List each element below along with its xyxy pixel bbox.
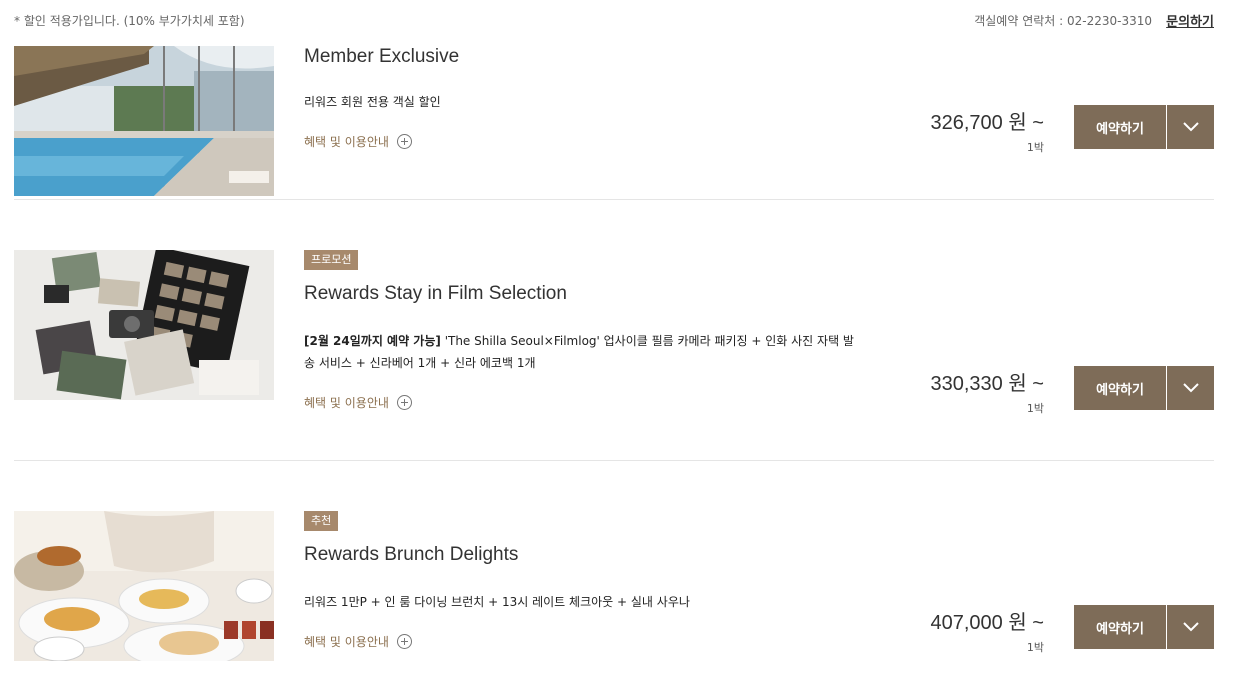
reservation-contact: 객실예약 연락처 : 02-2230-3310 [974, 14, 1152, 28]
booking-controls: 예약하기 [1074, 105, 1214, 149]
package-image[interactable] [14, 46, 274, 196]
price-nights: 1박 [1026, 402, 1044, 415]
book-button[interactable]: 예약하기 [1074, 366, 1166, 410]
package-title: Rewards Stay in Film Selection [304, 283, 567, 304]
package-card: Member Exclusive 리워즈 회원 전용 객실 할인 혜택 및 이용… [14, 46, 1214, 196]
package-description-text: 리워즈 1만P + 인 룸 다이닝 브런치 + 13시 레이트 체크아웃 + 실… [304, 595, 690, 609]
package-title: Member Exclusive [304, 46, 460, 67]
price-amount: 330,330 원 ~ [930, 373, 1045, 395]
inquiry-link[interactable]: 문의하기 [1166, 11, 1214, 30]
price-nights: 1박 [1026, 641, 1044, 654]
benefit-info-link[interactable]: 혜택 및 이용안내 [304, 394, 412, 411]
benefit-info-link[interactable]: 혜택 및 이용안내 [304, 133, 412, 150]
price-block: 326,700 원 ~ 1박 [931, 106, 1045, 155]
plus-circle-icon [396, 634, 412, 649]
benefit-info-link[interactable]: 혜택 및 이용안내 [304, 633, 412, 650]
package-description: 리워즈 1만P + 인 룸 다이닝 브런치 + 13시 레이트 체크아웃 + 실… [304, 591, 864, 613]
benefit-info-label: 혜택 및 이용안내 [304, 635, 389, 649]
book-button[interactable]: 예약하기 [1074, 605, 1166, 649]
badge-recommended: 추천 [304, 511, 339, 531]
price-block: 330,330 원 ~ 1박 [931, 367, 1045, 416]
plus-circle-icon [396, 395, 412, 410]
chevron-down-icon [1182, 122, 1199, 132]
benefit-info-label: 혜택 및 이용안내 [304, 396, 389, 410]
chevron-down-icon [1182, 383, 1199, 393]
price-block: 407,000 원 ~ 1박 [931, 606, 1045, 655]
package-image[interactable] [14, 511, 274, 661]
expand-toggle-button[interactable] [1167, 105, 1214, 149]
badge-promotion: 프로모션 [304, 250, 359, 270]
price-nights: 1박 [1026, 141, 1044, 154]
expand-toggle-button[interactable] [1167, 366, 1214, 410]
plus-circle-icon [396, 134, 412, 149]
top-bar: * 할인 적용가입니다. (10% 부가가치세 포함) 객실예약 연락처 : 0… [14, 12, 1214, 30]
package-image[interactable] [14, 250, 274, 400]
package-title: Rewards Brunch Delights [304, 544, 519, 565]
discount-note: * 할인 적용가입니다. (10% 부가가치세 포함) [14, 14, 245, 28]
benefit-info-label: 혜택 및 이용안내 [304, 135, 389, 149]
book-button[interactable]: 예약하기 [1074, 105, 1166, 149]
booking-controls: 예약하기 [1074, 366, 1214, 410]
package-description: 리워즈 회원 전용 객실 할인 [304, 91, 864, 113]
package-card: 프로모션 Rewards Stay in Film Selection [2월 … [14, 250, 1214, 420]
chevron-down-icon [1182, 622, 1199, 632]
package-description-text: 리워즈 회원 전용 객실 할인 [304, 95, 441, 109]
pool-photo-icon [14, 46, 274, 196]
row-divider [14, 199, 1214, 200]
row-divider [14, 460, 1214, 461]
booking-controls: 예약하기 [1074, 605, 1214, 649]
package-description-highlight: [2월 24일까지 예약 가능] [304, 334, 441, 348]
film-camera-photo-icon [14, 250, 274, 400]
expand-toggle-button[interactable] [1167, 605, 1214, 649]
price-amount: 326,700 원 ~ [930, 112, 1045, 134]
brunch-photo-icon [14, 511, 274, 661]
package-description: [2월 24일까지 예약 가능] 'The Shilla Seoul×Filml… [304, 330, 854, 374]
package-card: 추천 Rewards Brunch Delights 리워즈 1만P + 인 룸… [14, 511, 1214, 661]
price-amount: 407,000 원 ~ [930, 612, 1045, 634]
